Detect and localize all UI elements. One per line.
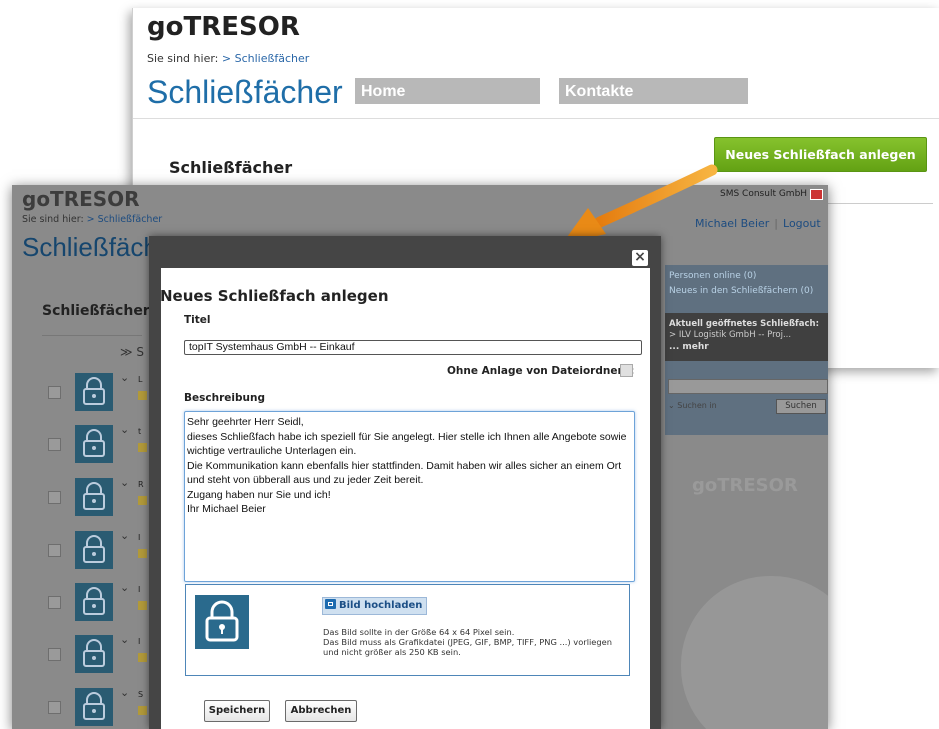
image-upload-box: Bild hochladen Das Bild sollte in der Gr…: [185, 584, 630, 676]
lock-icon[interactable]: [75, 373, 113, 411]
row-title[interactable]: I: [138, 585, 140, 594]
current-locker-heading: Aktuell geöffnetes Schließfach:: [669, 319, 819, 329]
footer-logo: goTRESOR: [692, 475, 798, 496]
titel-input[interactable]: topIT Systemhaus GmbH -- Einkauf: [184, 340, 642, 355]
titel-label: Titel: [184, 314, 211, 326]
breadcrumb-link[interactable]: > Schließfächer: [222, 52, 309, 65]
page-title: Schließfächer: [147, 74, 343, 110]
new-locker-button[interactable]: Neues Schließfach anlegen: [714, 137, 927, 172]
lock-icon[interactable]: [75, 583, 113, 621]
row-checkbox[interactable]: [48, 491, 61, 504]
edit-icon[interactable]: [138, 549, 147, 558]
edit-icon[interactable]: [138, 601, 147, 610]
chevron-down-icon[interactable]: ⌄: [120, 371, 129, 384]
save-button[interactable]: Speichern: [204, 700, 270, 722]
edit-icon[interactable]: [138, 653, 147, 662]
section-heading: Schließfächer: [42, 303, 150, 319]
nav-home[interactable]: Home: [355, 78, 540, 104]
list-item[interactable]: ⌄ t: [48, 423, 158, 465]
upload-button-label: Bild hochladen: [339, 600, 423, 611]
row-checkbox[interactable]: [48, 648, 61, 661]
no-folders-checkbox[interactable]: [620, 364, 633, 377]
new-locker-dialog: × Neues Schließfach anlegen Titel topIT …: [149, 236, 661, 729]
breadcrumb: Sie sind hier: > Schließfächer: [22, 214, 162, 225]
logout-link[interactable]: Logout: [783, 217, 821, 230]
beschreibung-label: Beschreibung: [184, 392, 265, 404]
upload-info-size: Das Bild sollte in der Größe 64 x 64 Pix…: [323, 627, 515, 637]
dialog-title: Neues Schließfach anlegen: [160, 287, 389, 305]
row-title[interactable]: R: [138, 480, 144, 489]
upload-info-format: Das Bild muss als Grafikdatei (JPEG, GIF…: [323, 637, 613, 657]
list-item[interactable]: ⌄ S: [48, 686, 158, 728]
close-icon[interactable]: ×: [632, 250, 648, 266]
cancel-button[interactable]: Abbrechen: [285, 700, 357, 722]
user-menu: Michael Beier | Logout: [695, 217, 821, 230]
chevron-down-icon[interactable]: ⌄: [120, 686, 129, 699]
row-checkbox[interactable]: [48, 386, 61, 399]
image-icon: [325, 599, 336, 609]
dialog-body: Neues Schließfach anlegen Titel topIT Sy…: [160, 268, 650, 729]
company-name: SMS Consult GmbH: [720, 189, 808, 199]
double-chevron-icon: ≫: [120, 345, 133, 359]
sort-label: S: [136, 345, 145, 359]
row-checkbox[interactable]: [48, 596, 61, 609]
divider: [133, 118, 939, 119]
search-in-toggle[interactable]: ⌄ Suchen in: [668, 401, 717, 410]
chevron-down-icon: ⌄: [668, 401, 675, 410]
news-link[interactable]: Neues in den Schließfächern (0): [669, 286, 813, 296]
search-button[interactable]: Suchen: [776, 399, 826, 414]
breadcrumb: Sie sind hier: > Schließfächer: [147, 52, 309, 65]
row-title[interactable]: I: [138, 637, 140, 646]
lock-icon[interactable]: [75, 478, 113, 516]
search-in-label: Suchen in: [677, 401, 717, 410]
lock-icon[interactable]: [75, 635, 113, 673]
brand-logo: goTRESOR: [22, 187, 140, 211]
edit-icon[interactable]: [138, 496, 147, 505]
sort-control[interactable]: ≫ S: [120, 345, 144, 359]
row-checkbox[interactable]: [48, 438, 61, 451]
nav-kontakte[interactable]: Kontakte: [559, 78, 748, 104]
more-link[interactable]: ... mehr: [669, 342, 709, 352]
lock-icon[interactable]: [75, 425, 113, 463]
flag-icon[interactable]: [810, 189, 823, 200]
current-locker-item[interactable]: > ILV Logistik GmbH -- Proj...: [669, 330, 791, 340]
list-item[interactable]: ⌄ I: [48, 529, 158, 571]
lock-icon: [195, 595, 249, 649]
online-link[interactable]: Personen online (0): [669, 271, 756, 281]
search-input[interactable]: [668, 379, 828, 394]
beschreibung-textarea[interactable]: Sehr geehrter Herr Seidl, dieses Schließ…: [184, 411, 635, 582]
upload-info: Das Bild sollte in der Größe 64 x 64 Pix…: [323, 627, 613, 657]
chevron-down-icon[interactable]: ⌄: [120, 476, 129, 489]
list-item[interactable]: ⌄ I: [48, 581, 158, 623]
row-checkbox[interactable]: [48, 701, 61, 714]
breadcrumb-prefix: Sie sind hier:: [22, 214, 84, 225]
user-name-link[interactable]: Michael Beier: [695, 217, 769, 230]
row-title[interactable]: t: [138, 427, 141, 436]
list-item[interactable]: ⌄ R: [48, 476, 158, 518]
breadcrumb-prefix: Sie sind hier:: [147, 52, 219, 65]
no-folders-label: Ohne Anlage von Dateiordnern:: [447, 365, 635, 377]
chevron-down-icon[interactable]: ⌄: [120, 529, 129, 542]
edit-icon[interactable]: [138, 391, 147, 400]
page-title: Schließfäch: [22, 232, 158, 262]
divider: [42, 335, 142, 336]
upload-image-button[interactable]: Bild hochladen: [322, 597, 428, 615]
list-item[interactable]: ⌄ I: [48, 633, 158, 675]
chevron-down-icon[interactable]: ⌄: [120, 633, 129, 646]
breadcrumb-link[interactable]: > Schließfächer: [87, 214, 163, 225]
brand-logo: goTRESOR: [147, 12, 300, 42]
row-title[interactable]: L: [138, 375, 142, 384]
edit-icon[interactable]: [138, 706, 147, 715]
list-item[interactable]: ⌄ L: [48, 371, 158, 413]
row-title[interactable]: S: [138, 690, 143, 699]
row-checkbox[interactable]: [48, 544, 61, 557]
chevron-down-icon[interactable]: ⌄: [120, 581, 129, 594]
section-heading: Schließfächer: [169, 158, 293, 177]
edit-icon[interactable]: [138, 443, 147, 452]
lock-icon[interactable]: [75, 531, 113, 569]
row-title[interactable]: I: [138, 533, 140, 542]
chevron-down-icon[interactable]: ⌄: [120, 423, 129, 436]
lock-icon[interactable]: [75, 688, 113, 726]
